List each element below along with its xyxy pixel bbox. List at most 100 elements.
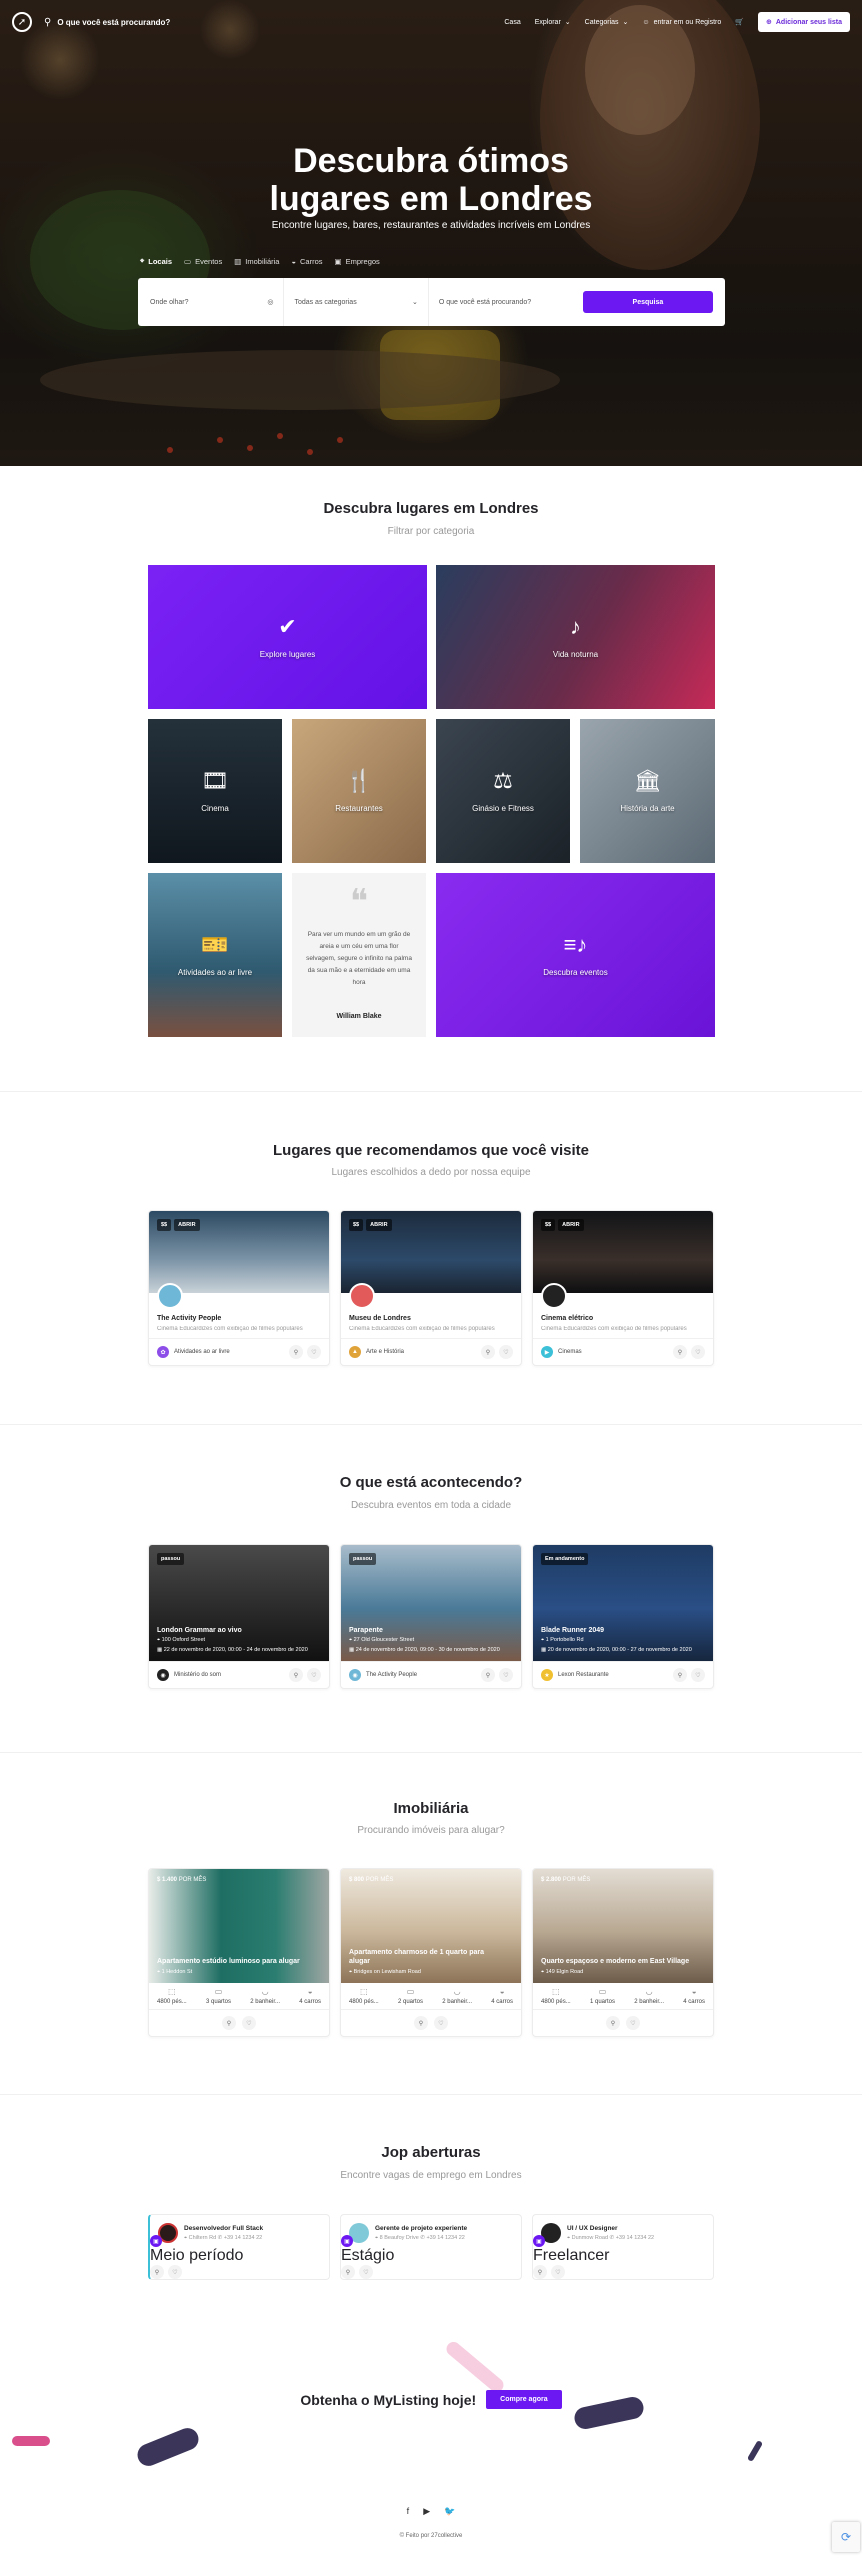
tab-imobiliaria[interactable]: ▥ Imobiliária (234, 256, 279, 266)
tile-outdoor-activities[interactable]: 🎫 Atividades ao ar livre (148, 873, 282, 1037)
search-icon[interactable]: ⚲ (289, 1668, 303, 1682)
job-card[interactable]: UI / UX Designer ⌖ Dunmow Road ✆ +39 14 … (532, 2214, 714, 2280)
quote-author: William Blake (336, 1013, 382, 1020)
heart-icon[interactable]: ♡ (499, 1345, 513, 1359)
what-field[interactable]: O que você está procurando? (429, 278, 583, 326)
tab-empregos[interactable]: ▣ Empregos (335, 256, 380, 266)
search-icon[interactable]: ⚲ (414, 2016, 428, 2030)
property-card[interactable]: $ 1.400 POR MÊS Apartamento estúdio lumi… (148, 1868, 330, 2037)
job-card[interactable]: Desenvolvedor Full Stack ⌖ Chiltern Rd ✆… (148, 2214, 330, 2280)
heart-icon[interactable]: ♡ (551, 2265, 565, 2279)
add-listing-button[interactable]: ⊕ Adicionar seus lista (757, 12, 850, 32)
recaptcha-badge-icon[interactable]: ⟳ (832, 2522, 860, 2552)
job-type[interactable]: Freelancer (533, 2247, 609, 2264)
car-icon: ◒ (291, 256, 297, 266)
price-label: $ 2.800 POR MÊS (541, 1877, 591, 1883)
job-type[interactable]: Estágio (341, 2247, 394, 2264)
category-select[interactable]: Todas as categorias ⌄ (284, 278, 429, 326)
tile-discover-events[interactable]: ≡♪ Descubra eventos (436, 873, 715, 1037)
heart-icon[interactable]: ♡ (434, 2016, 448, 2030)
facebook-icon[interactable]: f (407, 2506, 410, 2517)
search-icon: ⚲ (44, 16, 52, 28)
avatar: ◉ (157, 1669, 169, 1681)
organizer[interactable]: The Activity People (366, 1672, 417, 1678)
divider (0, 1752, 862, 1753)
youtube-icon[interactable]: ▶ (423, 2506, 430, 2517)
organizer[interactable]: Ministério do som (174, 1672, 221, 1678)
category-label[interactable]: Arte e História (366, 1349, 404, 1355)
event-card[interactable]: passou Parapente ⌖ 27 Old Gloucester Stre… (340, 1544, 522, 1689)
tab-locais[interactable]: ⌖ Locais (140, 256, 172, 266)
tab-eventos[interactable]: ▭ Eventos (184, 256, 222, 266)
search-icon[interactable]: ⚲ (150, 2265, 164, 2279)
search-icon[interactable]: ⚲ (533, 2265, 547, 2279)
nav-categorias[interactable]: Categorias ⌄ (585, 18, 629, 27)
event-card[interactable]: passou London Grammar ao vivo ⌖ 100 Oxfor… (148, 1544, 330, 1689)
heart-icon[interactable]: ♡ (691, 1345, 705, 1359)
buy-now-button[interactable]: Compre agora (486, 2390, 562, 2409)
search-icon[interactable]: ⚲ (481, 1668, 495, 1682)
job-card[interactable]: Gerente de projeto experiente ⌖ 8 Beaufo… (340, 2214, 522, 2280)
categories-title: Descubra lugares em Londres (323, 500, 539, 517)
tile-gym-fitness[interactable]: ⚖ Ginásio e Fitness (436, 719, 570, 863)
search-button[interactable]: Pesquisa (582, 291, 713, 313)
heart-icon[interactable]: ♡ (691, 1668, 705, 1682)
twitter-icon[interactable]: 🐦 (444, 2506, 455, 2517)
heart-icon[interactable]: ♡ (307, 1668, 321, 1682)
listing-card[interactable]: $$ ABRIR The Activity People Cinema Educar… (148, 1210, 330, 1366)
calendar-icon: ▦ (157, 1647, 164, 1653)
property-card[interactable]: $ 2.800 POR MÊS Quarto espaçoso e modern… (532, 1868, 714, 2037)
decorative-shape (746, 2439, 764, 2463)
event-card[interactable]: Em andamento Blade Runner 2049 ⌖ 1 Portob… (532, 1544, 714, 1689)
calendar-icon: ▦ (541, 1647, 548, 1653)
heart-icon[interactable]: ♡ (499, 1668, 513, 1682)
playlist-icon: ≡♪ (563, 931, 588, 957)
cart-icon[interactable]: 🛒 (735, 18, 744, 26)
tile-restaurants[interactable]: 🍴 Restaurantes (292, 719, 426, 863)
tile-nightlife[interactable]: ♪ Vida noturna (436, 565, 715, 709)
chevron-down-icon: ⌄ (412, 299, 418, 306)
heart-icon[interactable]: ♡ (359, 2265, 373, 2279)
property-card[interactable]: $ 800 POR MÊS Apartamento charmoso de 1 … (340, 1868, 522, 2037)
realestate-title: Imobiliária (393, 1800, 469, 1817)
chevron-down-icon: ⌄ (564, 19, 571, 26)
nav-explorar[interactable]: Explorar ⌄ (535, 18, 571, 27)
category-label[interactable]: Atividades ao ar livre (174, 1349, 230, 1355)
header-search[interactable]: ⚲ O que você está procurando? (44, 17, 170, 28)
job-type[interactable]: Meio período (150, 2247, 243, 2264)
status-badge: ABRIR (174, 1219, 200, 1231)
heart-icon[interactable]: ♡ (626, 2016, 640, 2030)
heart-icon[interactable]: ♡ (168, 2265, 182, 2279)
nav-casa[interactable]: Casa (504, 19, 520, 26)
tab-carros[interactable]: ◒ Carros (291, 256, 322, 266)
hero-tabs: ⌖ Locais ▭ Eventos ▥ Imobiliária ◒ Carros ▣ E… (140, 256, 380, 266)
decorative-shape (443, 2339, 507, 2395)
search-icon[interactable]: ⚲ (673, 1668, 687, 1682)
event-title: Parapente (349, 1627, 383, 1634)
organizer[interactable]: Lexon Restaurante (558, 1672, 609, 1678)
property-title: Apartamento charmoso de 1 quarto para al… (349, 1949, 484, 1965)
heart-icon[interactable]: ♡ (307, 1345, 321, 1359)
tile-cinema[interactable]: 🎞 Cinema (148, 719, 282, 863)
decorative-shape (134, 2424, 202, 2470)
compass-logo-icon[interactable]: ➚ (12, 12, 32, 32)
account-link[interactable]: ☺ entrar em ou Registro (642, 19, 721, 26)
tile-art-history[interactable]: 🏛 História da arte (580, 719, 715, 863)
museum-icon: 🏛 (633, 767, 662, 793)
listing-card[interactable]: $$ ABRIR Cinema elétrico Cinema Educardize… (532, 1210, 714, 1366)
search-icon[interactable]: ⚲ (481, 1345, 495, 1359)
check-badge-icon: ✔ (278, 613, 297, 639)
tile-explore-places[interactable]: ✔ Explore lugares (148, 565, 427, 709)
property-image: $ 800 POR MÊS Apartamento charmoso de 1 … (341, 1869, 521, 1983)
heart-icon[interactable]: ♡ (242, 2016, 256, 2030)
search-icon[interactable]: ⚲ (289, 1345, 303, 1359)
search-icon[interactable]: ⚲ (341, 2265, 355, 2279)
jobs-title: Jop aberturas (381, 2144, 481, 2161)
categories-subtitle: Filtrar por categoria (387, 526, 475, 537)
search-icon[interactable]: ⚲ (673, 1345, 687, 1359)
search-icon[interactable]: ⚲ (606, 2016, 620, 2030)
search-icon[interactable]: ⚲ (222, 2016, 236, 2030)
listing-card[interactable]: $$ ABRIR Museu de Londres Cinema Educardiz… (340, 1210, 522, 1366)
category-label[interactable]: Cinemas (558, 1349, 582, 1355)
where-field[interactable]: Onde olhar? ◎ (150, 278, 285, 326)
